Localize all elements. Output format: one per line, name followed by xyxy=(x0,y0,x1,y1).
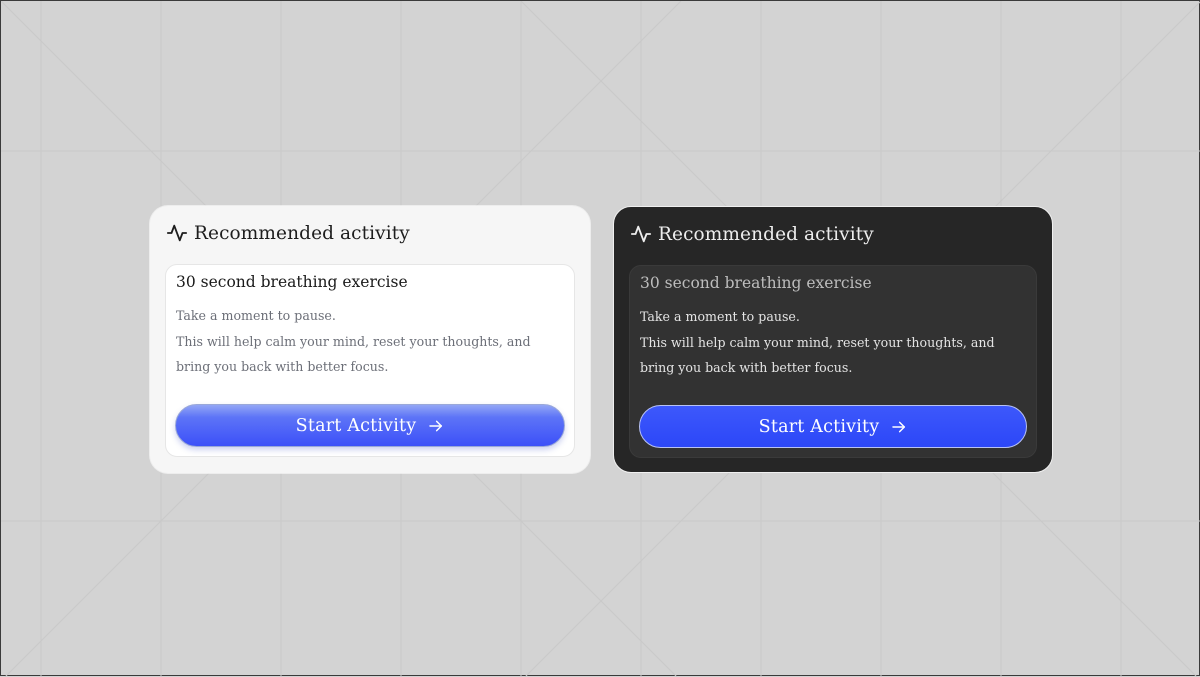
activity-panel: 30 second breathing exercise Take a mome… xyxy=(629,265,1037,458)
activity-pulse-icon xyxy=(630,223,652,245)
description-line-1: Take a moment to pause. xyxy=(176,308,336,323)
card-title: Recommended activity xyxy=(658,223,874,245)
recommended-activity-card-light: Recommended activity 30 second breathing… xyxy=(150,206,590,473)
start-activity-button[interactable]: Start Activity xyxy=(639,405,1027,448)
description-line-1: Take a moment to pause. xyxy=(640,309,800,324)
activity-description: Take a moment to pause. This will help c… xyxy=(640,304,1026,381)
description-line-2: This will help calm your mind, reset you… xyxy=(176,333,531,375)
activity-panel: 30 second breathing exercise Take a mome… xyxy=(165,264,575,457)
recommended-activity-card-dark: Recommended activity 30 second breathing… xyxy=(613,206,1053,473)
start-activity-label: Start Activity xyxy=(295,415,417,436)
activity-description: Take a moment to pause. This will help c… xyxy=(176,303,564,380)
activity-pulse-icon xyxy=(166,222,188,244)
description-line-2: This will help calm your mind, reset you… xyxy=(640,334,995,376)
arrow-right-icon xyxy=(428,418,444,434)
card-title: Recommended activity xyxy=(194,222,410,244)
card-header: Recommended activity xyxy=(164,220,576,246)
start-activity-label: Start Activity xyxy=(758,416,880,437)
arrow-right-icon xyxy=(891,419,907,435)
start-activity-button[interactable]: Start Activity xyxy=(175,404,565,447)
activity-title: 30 second breathing exercise xyxy=(176,273,408,291)
card-header: Recommended activity xyxy=(628,221,1038,247)
activity-title: 30 second breathing exercise xyxy=(640,274,872,292)
